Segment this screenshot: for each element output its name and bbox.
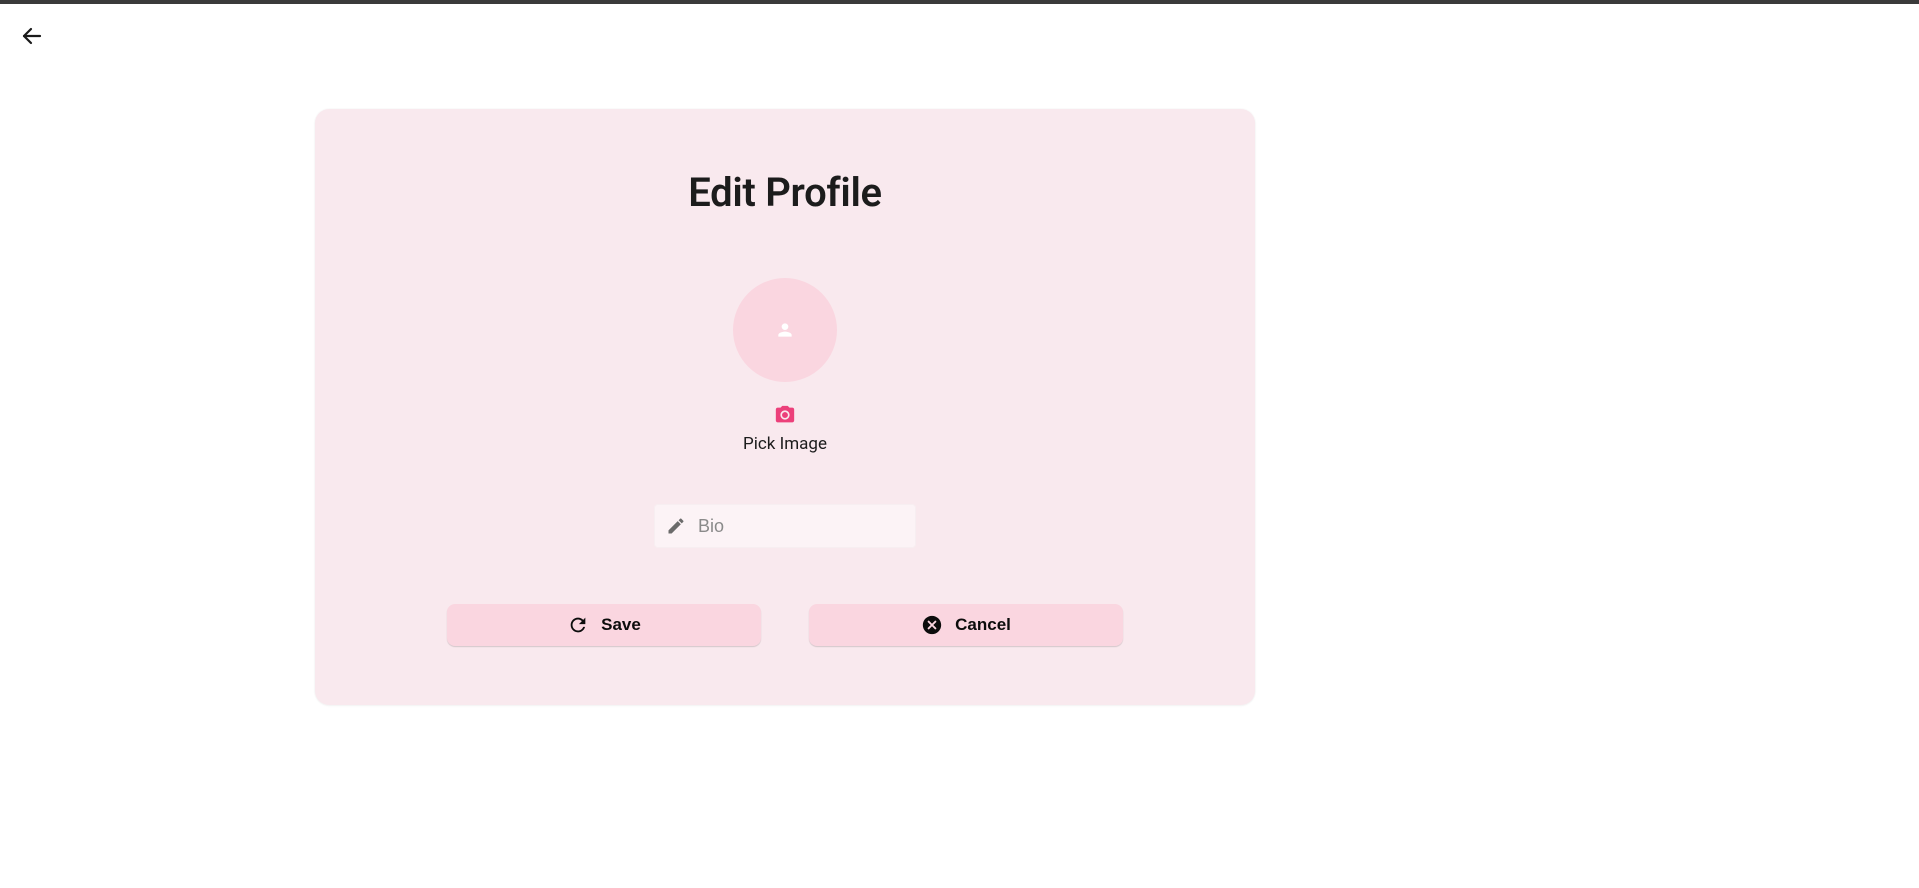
- arrow-left-icon: [20, 24, 44, 48]
- cancel-button[interactable]: Cancel: [809, 604, 1123, 646]
- back-button[interactable]: [16, 20, 48, 52]
- save-button-label: Save: [601, 615, 641, 635]
- page-title: Edit Profile: [688, 169, 882, 216]
- pencil-icon: [666, 516, 686, 536]
- refresh-icon: [567, 614, 589, 636]
- person-icon: [775, 320, 795, 340]
- edit-profile-card: Edit Profile Pick Image Save Cancel: [315, 109, 1255, 705]
- pick-image-label: Pick Image: [743, 434, 827, 454]
- top-strip: [0, 0, 1919, 4]
- camera-icon: [774, 404, 796, 426]
- cancel-button-label: Cancel: [955, 615, 1011, 635]
- button-row: Save Cancel: [447, 604, 1123, 646]
- bio-field-wrapper: [654, 504, 916, 548]
- cancel-icon: [921, 614, 943, 636]
- pick-image-button[interactable]: Pick Image: [743, 404, 827, 454]
- bio-input[interactable]: [698, 516, 904, 537]
- avatar-placeholder[interactable]: [733, 278, 837, 382]
- save-button[interactable]: Save: [447, 604, 761, 646]
